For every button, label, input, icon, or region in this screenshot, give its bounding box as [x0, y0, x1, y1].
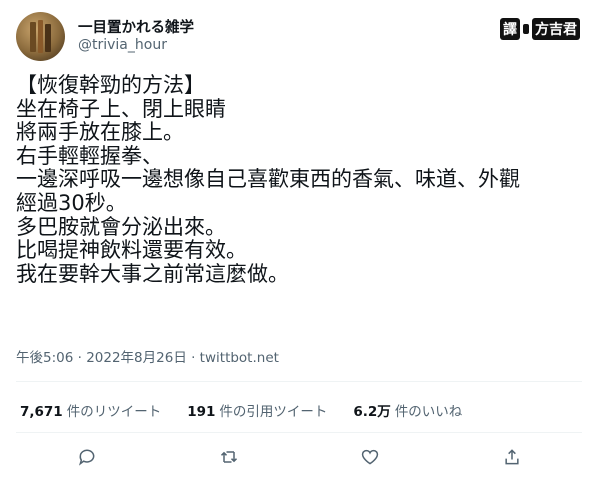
action-bar — [0, 443, 598, 471]
tweet-timestamp[interactable]: 午後5:06 · 2022年8月26日 · twittbot.net — [16, 346, 279, 366]
tweet-line: 比喝提神飲料還要有效。 — [16, 238, 247, 263]
tweet-line: 我在要幹大事之前常這麼做。 — [16, 261, 289, 286]
divider — [16, 432, 582, 433]
quote-stat[interactable]: 191 件の引用ツイート — [187, 400, 327, 420]
quote-count: 191 — [187, 404, 216, 420]
share-icon — [505, 449, 519, 465]
retweet-button[interactable] — [215, 443, 243, 471]
divider — [16, 381, 582, 382]
retweet-count: 7,671 — [20, 404, 63, 420]
tweet-line: 一邊深呼吸一邊想像自己喜歡東西的香氣、味道、外觀 — [16, 167, 520, 192]
retweet-icon — [220, 451, 238, 463]
retweet-stat[interactable]: 7,671 件のリツイート — [20, 400, 161, 420]
tweet-line: 【恢復幹勁的方法】 — [16, 73, 205, 97]
engagement-stats: 7,671 件のリツイート 191 件の引用ツイート 6.2万 件のいいね — [20, 400, 462, 420]
translator-name: 方吉君 — [532, 18, 580, 40]
like-stat-label: 件のいいね — [394, 404, 463, 420]
like-button[interactable] — [356, 443, 384, 471]
reply-icon — [78, 449, 95, 466]
translator-credit: 譯 方吉君 — [500, 18, 580, 40]
heart-icon — [361, 449, 379, 465]
tweet-line: 經過30秒。 — [16, 190, 127, 215]
tweet-line: 多巴胺就會分泌出來。 — [16, 214, 226, 239]
tweet-line: 坐在椅子上、閉上眼睛 — [16, 96, 226, 121]
author-name[interactable]: 一目置かれる雑学 — [78, 16, 194, 37]
quote-stat-label: 件の引用ツイート — [219, 404, 328, 420]
reply-button[interactable] — [73, 443, 101, 471]
share-button[interactable] — [498, 443, 526, 471]
tweet-text: 【恢復幹勁的方法】 坐在椅子上、閉上眼睛 將兩手放在膝上。 右手輕輕握拳、 一邊… — [16, 73, 586, 286]
like-stat[interactable]: 6.2万 件のいいね — [353, 400, 462, 420]
like-count: 6.2万 — [353, 404, 391, 420]
separator-icon — [523, 24, 529, 34]
tweet-line: 右手輕輕握拳、 — [16, 143, 163, 168]
author-handle[interactable]: @trivia_hour — [78, 37, 167, 53]
translator-label: 譯 — [500, 18, 520, 40]
tweet-line: 將兩手放在膝上。 — [16, 120, 184, 145]
avatar[interactable] — [16, 12, 65, 61]
retweet-stat-label: 件のリツイート — [66, 404, 162, 420]
